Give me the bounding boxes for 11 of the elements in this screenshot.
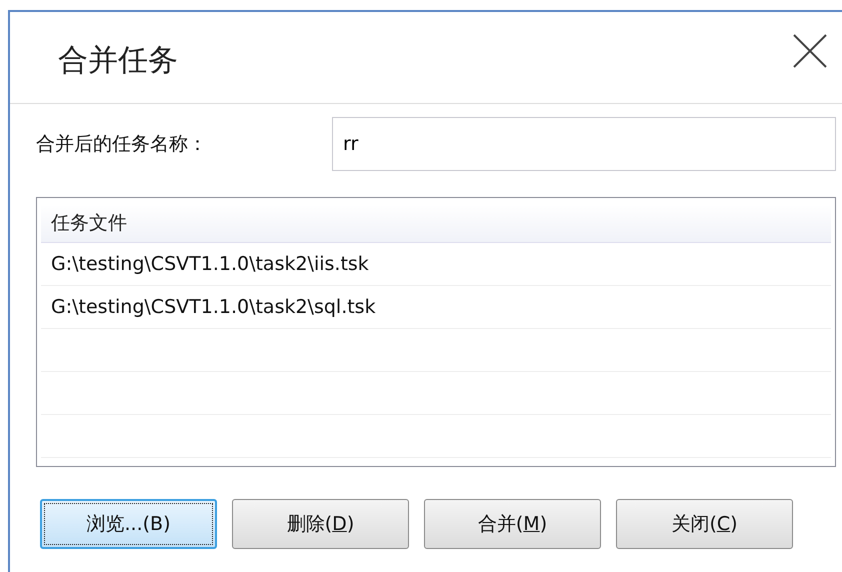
dialog-button[interactable]: 浏览...(B) — [40, 499, 217, 549]
close-icon[interactable] — [792, 32, 828, 68]
window-title: 合并任务 — [58, 42, 178, 80]
dialog-button[interactable]: 删除(D) — [232, 499, 409, 549]
input-field[interactable]: rr — [332, 117, 836, 171]
dialog-button[interactable]: 合并(M) — [424, 499, 601, 549]
column-header[interactable]: 任务文件 — [41, 210, 127, 236]
dialog-button[interactable]: 关闭(C) — [616, 499, 793, 549]
field-label: 合并后的任务名称： — [36, 132, 208, 157]
list-item[interactable]: G:\testing\CSVT1.1.0\task2\sql.tsk — [41, 296, 376, 318]
list-item[interactable]: G:\testing\CSVT1.1.0\task2\iis.tsk — [41, 253, 369, 275]
